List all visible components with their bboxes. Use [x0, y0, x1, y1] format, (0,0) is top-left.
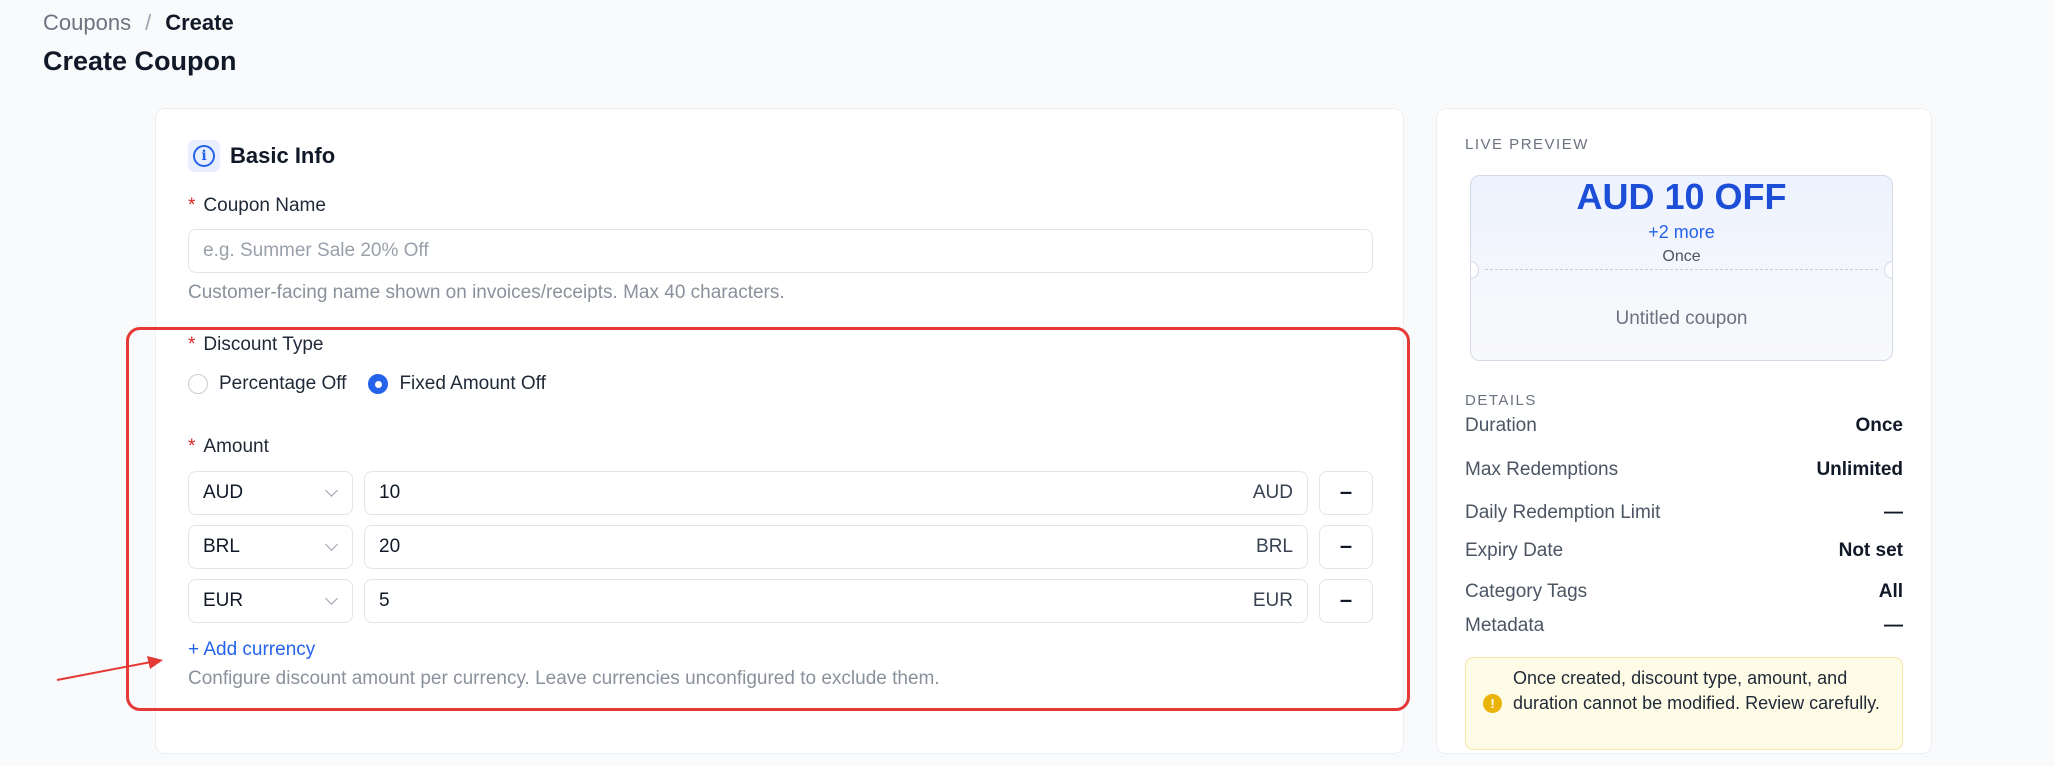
coupon-frequency: Once [1662, 248, 1701, 265]
radio-button-selected[interactable] [368, 374, 389, 394]
required-mark: * [188, 334, 196, 355]
required-mark: * [188, 436, 196, 457]
breadcrumb-coupons-link[interactable]: Coupons [43, 10, 131, 36]
amount-row: BRL 20 BRL – [188, 525, 1373, 569]
coupon-name-help: Customer-facing name shown on invoices/r… [188, 282, 785, 303]
coupon-preview-card: AUD 10 OFF +2 more Once Untitled coupon [1470, 175, 1893, 361]
breadcrumb-current: Create [165, 10, 234, 35]
basic-info-card: i Basic Info *Coupon Name Customer-facin… [155, 108, 1404, 754]
chevron-down-icon [325, 538, 338, 551]
radio-fixed-amount-off[interactable]: Fixed Amount Off [368, 373, 546, 395]
amount-row: EUR 5 EUR – [188, 579, 1373, 623]
currency-select[interactable]: BRL [188, 525, 353, 569]
live-preview-panel: LIVE PREVIEW AUD 10 OFF +2 more Once Unt… [1436, 108, 1932, 754]
annotation-arrow-icon [56, 656, 163, 681]
amount-input[interactable]: 5 EUR [364, 579, 1308, 623]
radio-button[interactable] [188, 374, 208, 394]
amount-help: Configure discount amount per currency. … [188, 668, 940, 689]
currency-select[interactable]: EUR [188, 579, 353, 623]
warning-text: Once created, discount type, amount, and… [1513, 668, 1880, 713]
breadcrumb: Coupons / Create [43, 10, 234, 36]
detail-row-daily-redemption-limit: Daily Redemption Limit — [1465, 502, 1903, 523]
remove-currency-button[interactable]: – [1319, 579, 1373, 623]
coupon-notch-right [1884, 261, 1892, 279]
detail-row-max-redemptions: Max Redemptions Unlimited [1465, 459, 1903, 480]
basic-info-header: i Basic Info [188, 140, 335, 172]
currency-suffix: EUR [1252, 590, 1293, 611]
coupon-more-link[interactable]: +2 more [1471, 222, 1892, 243]
live-preview-caption: LIVE PREVIEW [1465, 136, 1589, 153]
detail-row-expiry-date: Expiry Date Not set [1465, 540, 1903, 561]
discount-type-label: * Discount Type [188, 334, 324, 355]
currency-suffix: BRL [1256, 536, 1293, 557]
remove-currency-button[interactable]: – [1319, 471, 1373, 515]
required-mark: * [188, 195, 196, 216]
chevron-down-icon [325, 592, 338, 605]
currency-suffix: AUD [1252, 482, 1293, 503]
breadcrumb-separator: / [145, 10, 152, 35]
detail-row-duration: Duration Once [1465, 415, 1903, 436]
currency-select[interactable]: AUD [188, 471, 353, 515]
amount-label: * Amount [188, 436, 269, 457]
radio-percentage-off[interactable]: Percentage Off [188, 373, 346, 395]
coupon-divider [1485, 269, 1878, 270]
detail-row-category-tags: Category Tags All [1465, 581, 1903, 602]
coupon-amount: AUD 10 OFF [1576, 176, 1787, 217]
remove-currency-button[interactable]: – [1319, 525, 1373, 569]
amount-input[interactable]: 20 BRL [364, 525, 1308, 569]
coupon-name-input[interactable] [188, 229, 1373, 273]
chevron-down-icon [325, 484, 338, 497]
info-icon: i [188, 140, 220, 172]
add-currency-link[interactable]: + Add currency [188, 639, 315, 661]
discount-type-radio-group: Percentage Off Fixed Amount Off [188, 373, 568, 395]
warning-notice: ! Once created, discount type, amount, a… [1465, 657, 1903, 750]
section-title: Basic Info [230, 143, 336, 168]
warning-icon: ! [1483, 694, 1502, 713]
page-title: Create Coupon [43, 46, 237, 76]
amount-row: AUD 10 AUD – [188, 471, 1373, 515]
details-caption: DETAILS [1465, 392, 1537, 409]
detail-row-metadata: Metadata — [1465, 615, 1903, 636]
amount-input[interactable]: 10 AUD [364, 471, 1308, 515]
coupon-name-preview: Untitled coupon [1615, 308, 1748, 329]
coupon-name-label: * Coupon Name [188, 195, 326, 216]
